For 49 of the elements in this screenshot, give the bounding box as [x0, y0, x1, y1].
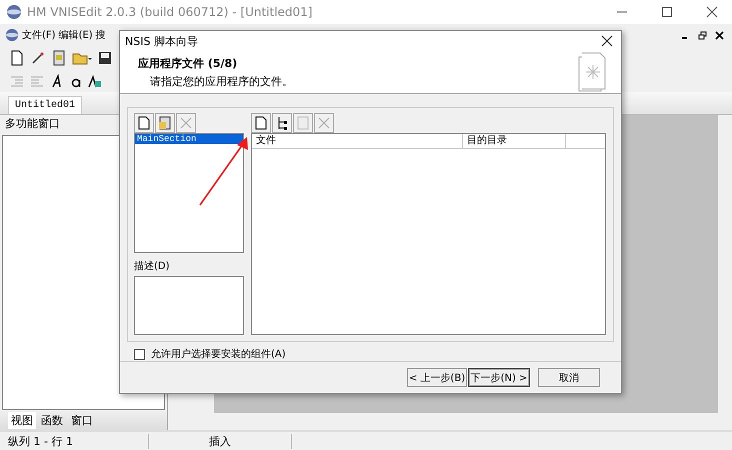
- arrow-annotation: [197, 136, 251, 208]
- menu-item[interactable]: 文件(F): [22, 28, 56, 42]
- window-title: HM VNISEdit 2.0.3 (build 060712) - [Untitled01]: [27, 5, 312, 19]
- add-file-button[interactable]: [251, 113, 271, 134]
- tree-icon: [276, 116, 288, 130]
- add-directory-button[interactable]: [272, 113, 292, 134]
- save-icon[interactable]: [98, 50, 112, 64]
- menu-item[interactable]: 编辑(E): [58, 28, 93, 42]
- checkbox[interactable]: [134, 348, 145, 360]
- checkbox-label: 允许用户选择要安装的组件(A): [151, 348, 286, 362]
- document-icon[interactable]: [52, 50, 66, 66]
- maximize-icon[interactable]: [661, 6, 673, 18]
- document-icon: [296, 116, 310, 130]
- close-icon[interactable]: [601, 35, 613, 48]
- step-description: 请指定您的应用程序的文件。: [149, 74, 293, 89]
- wand-icon[interactable]: [30, 50, 46, 66]
- delete-icon: [180, 117, 192, 130]
- edit-section-button[interactable]: [155, 113, 175, 134]
- delete-file-button[interactable]: [314, 113, 334, 134]
- add-section-button[interactable]: [134, 113, 154, 134]
- editor-tab[interactable]: Untitled01: [8, 96, 82, 114]
- panel-tab[interactable]: 窗口: [68, 412, 96, 428]
- page-icon: [138, 116, 150, 130]
- section-item[interactable]: MainSection: [135, 134, 243, 144]
- app-logo-icon: [5, 28, 19, 42]
- page-icon: [255, 116, 267, 130]
- delete-icon: [318, 117, 330, 130]
- status-text: 纵列 1 - 行 1: [0, 434, 149, 448]
- close-icon[interactable]: [706, 6, 718, 18]
- dialog-title: NSIS 脚本向导: [125, 34, 198, 49]
- wizard-button[interactable]: < 上一步(B): [407, 368, 467, 388]
- new-file-icon[interactable]: [10, 50, 24, 66]
- document-icon: [158, 116, 172, 130]
- column-header[interactable]: 目的目录: [463, 134, 566, 148]
- description-label: 描述(D): [134, 260, 171, 274]
- menu-item[interactable]: 搜: [96, 28, 106, 42]
- column-header[interactable]: 文件: [252, 134, 463, 148]
- restore-icon[interactable]: [698, 30, 707, 40]
- panel-tab[interactable]: 视图: [8, 412, 36, 428]
- close-icon[interactable]: [715, 30, 724, 40]
- wizard-button[interactable]: 下一步(N) >: [468, 368, 530, 388]
- step-heading: 应用程序文件 (5/8): [138, 56, 238, 71]
- allow-select-checkbox[interactable]: 允许用户选择要安装的组件(A): [127, 347, 614, 362]
- highlight-letter-icon[interactable]: [88, 74, 102, 88]
- panel-title: 多功能窗口: [5, 116, 60, 132]
- wizard-button[interactable]: 取消: [538, 368, 600, 388]
- panel-tab[interactable]: 函数: [38, 412, 66, 428]
- app-logo-icon: [6, 4, 22, 20]
- status-text: 插入: [149, 434, 292, 448]
